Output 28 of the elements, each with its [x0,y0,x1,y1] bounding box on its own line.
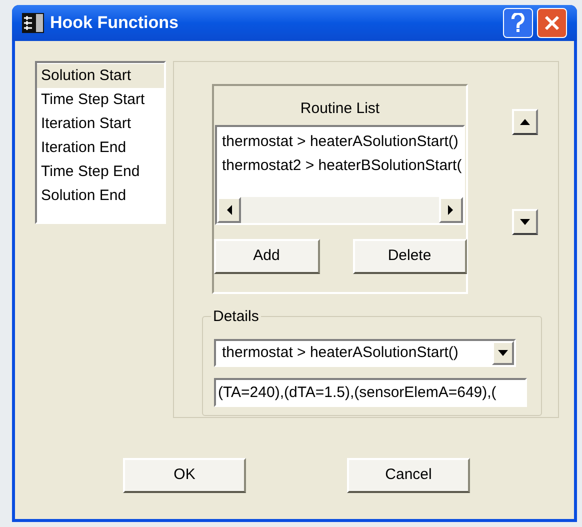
ok-button[interactable]: OK [123,458,246,493]
routine-dropdown[interactable]: thermostat > heaterASolutionStart() [214,339,516,367]
up-arrow-icon [520,119,530,125]
close-icon [544,15,560,31]
right-arrow-icon [448,204,454,214]
routine-list-item[interactable]: thermostat2 > heaterBSolutionStart( [217,154,463,178]
window-title: Hook Functions [50,12,178,34]
down-arrow-icon [520,219,530,225]
app-icon [22,13,44,33]
dropdown-value: thermostat > heaterASolutionStart() [222,342,460,363]
caret-icon [498,350,508,356]
parameters-field[interactable]: (TA=240),(dTA=1.5),(sensorElemA=649),( [214,378,527,407]
dropdown-button[interactable] [492,341,514,365]
move-down-button[interactable] [512,209,538,235]
horizontal-scrollbar[interactable] [217,196,463,222]
routine-list-item[interactable]: thermostat > heaterASolutionStart() [217,130,463,154]
help-icon [511,13,525,33]
routine-list-title: Routine List [300,99,380,119]
add-button[interactable]: Add [214,238,320,274]
left-arrow-icon [226,204,232,214]
scroll-right-button[interactable] [439,196,463,222]
close-button[interactable] [537,8,567,38]
event-list-item[interactable]: Solution Start [37,64,164,88]
help-button[interactable] [503,8,533,38]
delete-button[interactable]: Delete [352,238,466,274]
scroll-left-button[interactable] [217,196,241,222]
move-up-button[interactable] [512,109,538,135]
cancel-button[interactable]: Cancel [347,458,470,493]
